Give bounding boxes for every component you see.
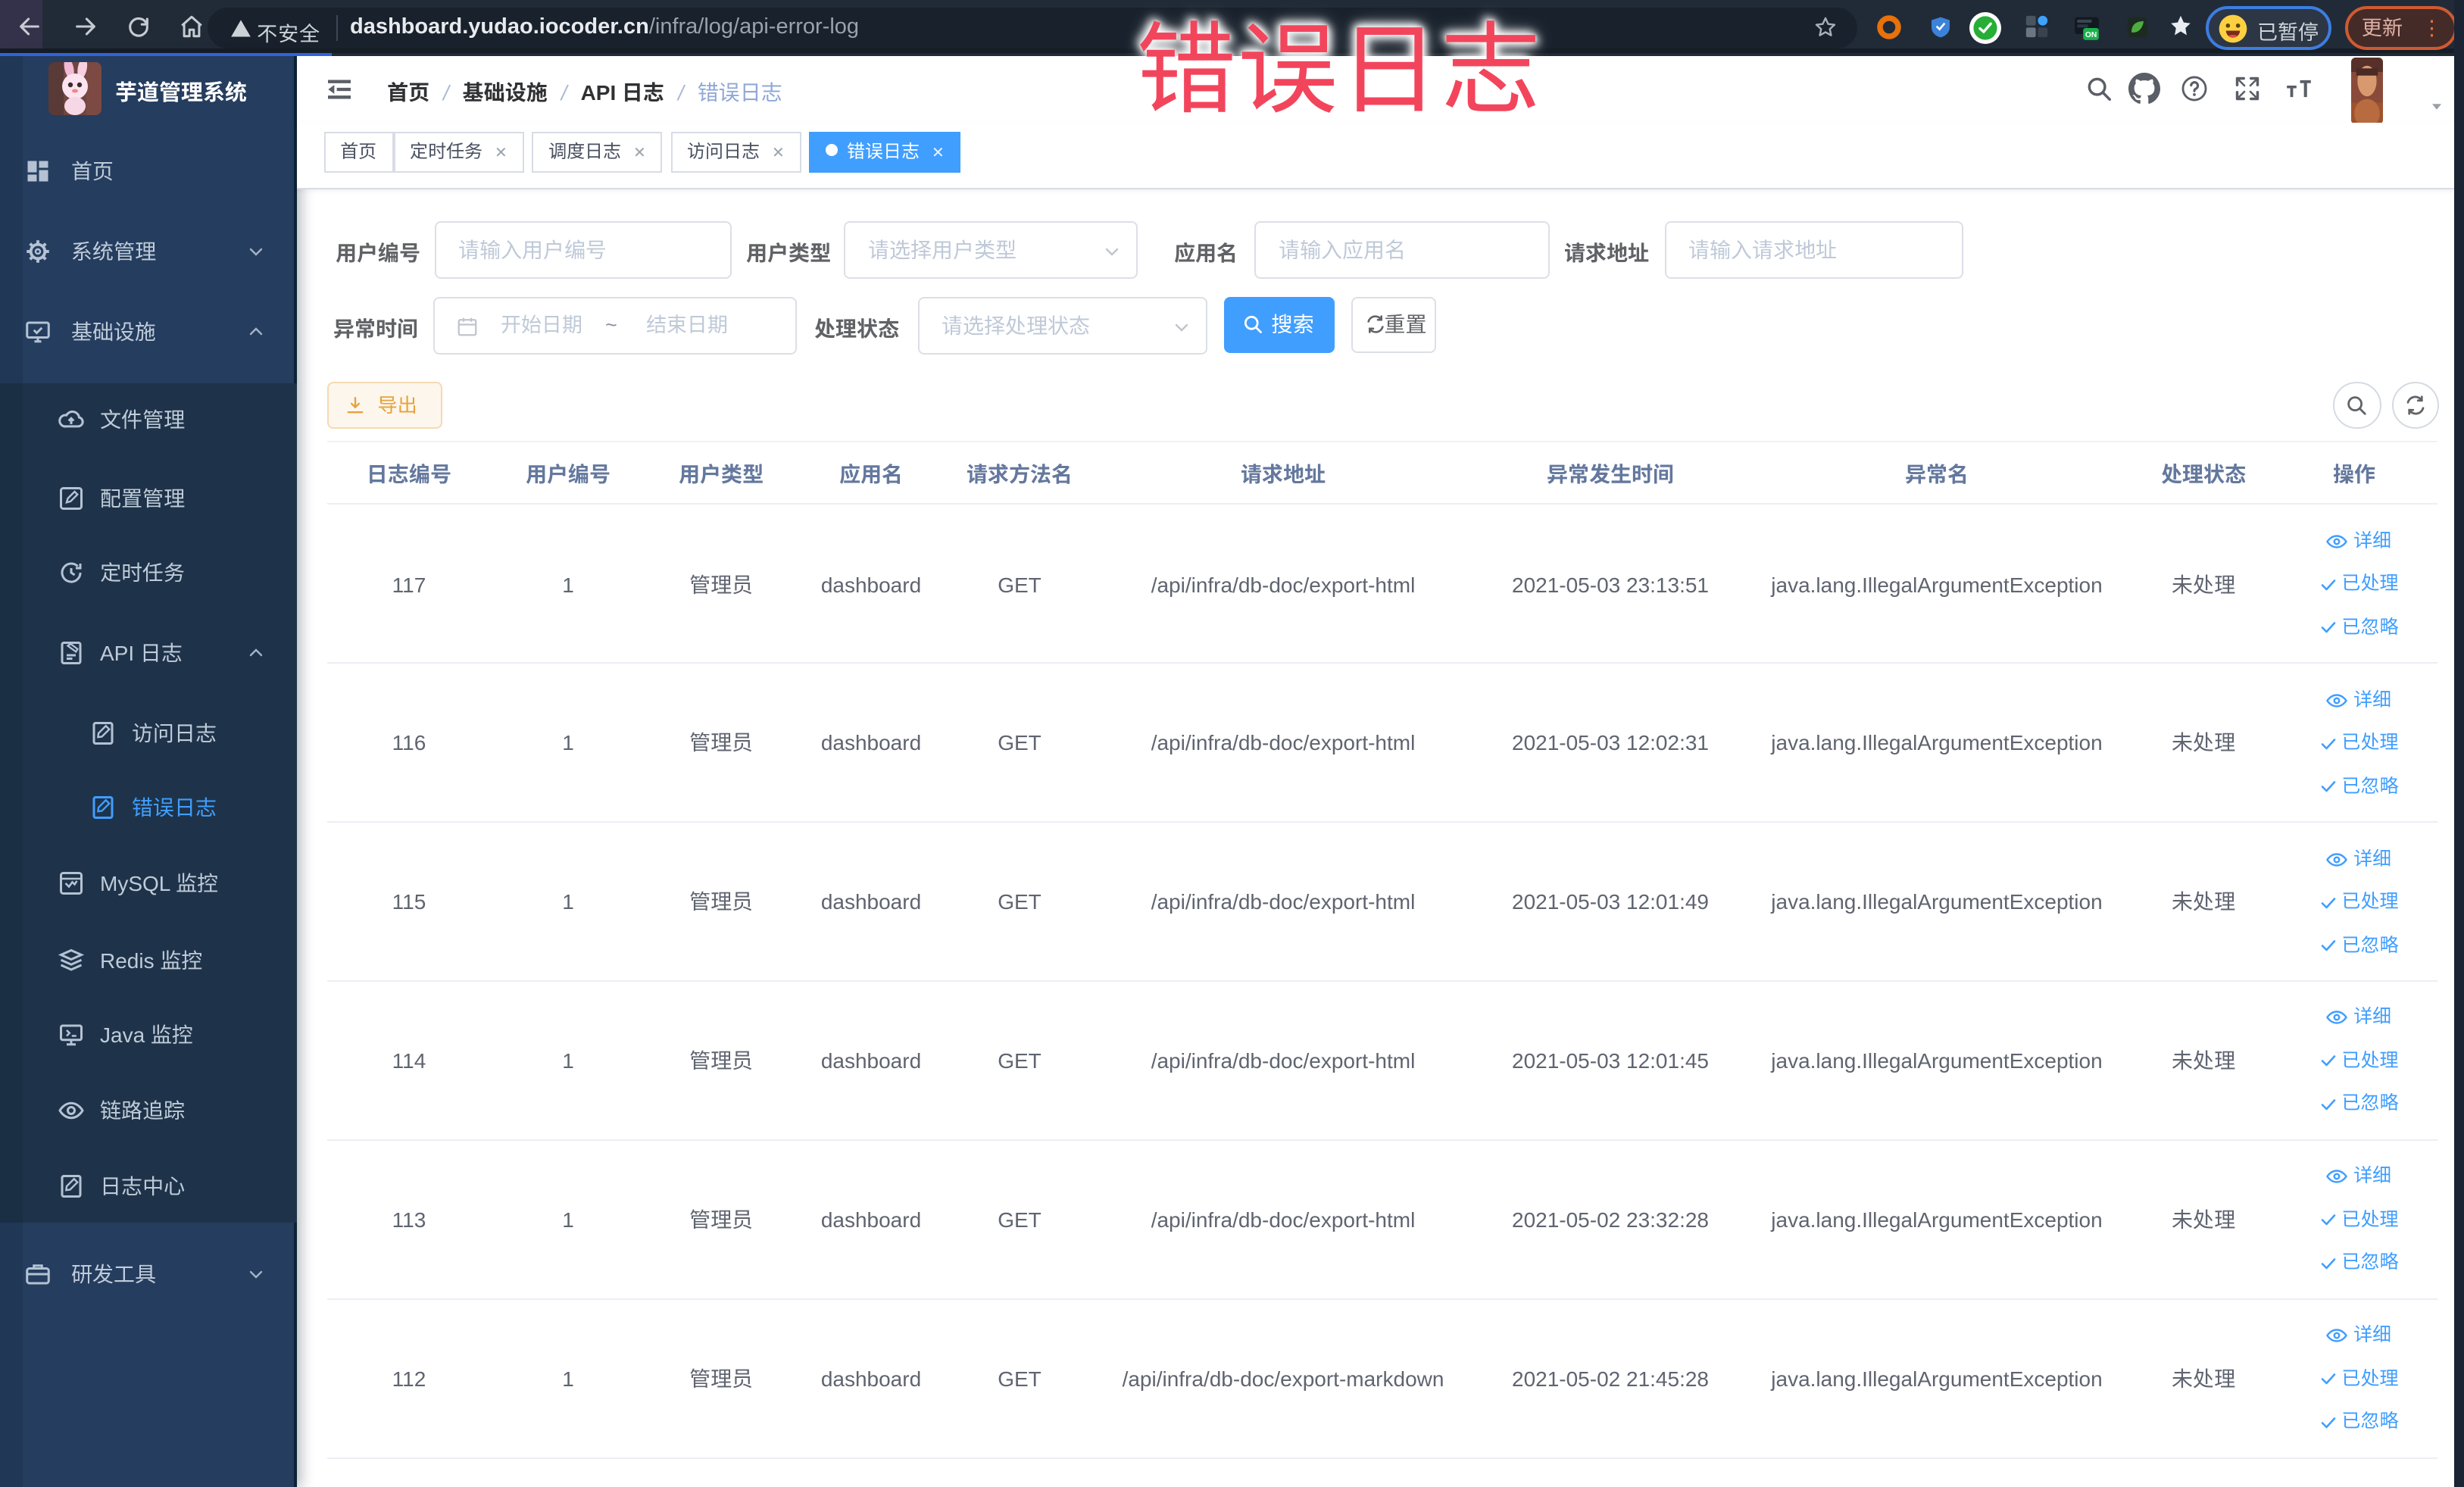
svg-text:ON: ON xyxy=(2085,31,2097,39)
